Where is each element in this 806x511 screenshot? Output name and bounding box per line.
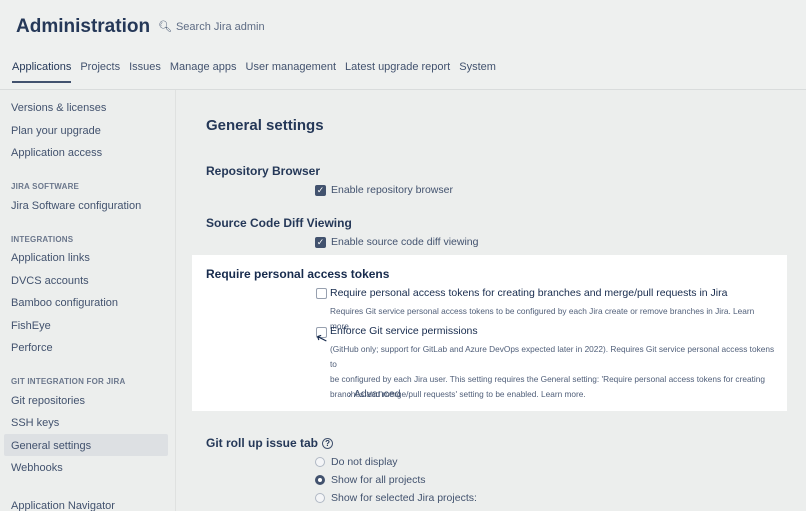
rollup-heading: Git roll up issue tab? [206,436,334,450]
rollup-option-do-not-display[interactable]: Do not display [315,456,398,468]
rollup-option-all-projects[interactable]: Show for all projects [315,474,426,486]
rollup-radio-selected-projects[interactable] [315,493,325,503]
sidebar-item-application-links[interactable]: Application links [11,252,90,264]
diff-viewing-heading: Source Code Diff Viewing [206,216,352,230]
page-title: Administration [16,16,151,37]
personal-access-tokens-panel: Require personal access tokens Require p… [192,255,787,411]
advanced-label: Advanced [353,388,401,400]
rollup-label-selected-projects: Show for selected Jira projects: [331,492,477,504]
advanced-toggle[interactable]: › Advanced [348,388,401,400]
sidebar-item-application-access[interactable]: Application access [11,147,102,159]
rollup-radio-do-not-display[interactable] [315,457,325,467]
sidebar-heading-jira-software: JIRA SOFTWARE [11,182,80,191]
search-box[interactable]: 🔍︎ Search Jira admin [158,20,265,34]
sidebar-item-webhooks[interactable]: Webhooks [11,462,63,474]
repo-browser-label: Enable repository browser [331,184,453,196]
sidebar-item-versions-licenses[interactable]: Versions & licenses [11,102,106,114]
tab-applications[interactable]: Applications [12,61,72,83]
tab-manage-apps[interactable]: Manage apps [170,61,237,83]
settings-title: General settings [206,117,324,134]
diff-viewing-label: Enable source code diff viewing [331,236,479,248]
rollup-radio-all-projects[interactable] [315,475,325,485]
diff-viewing-option[interactable]: ✓ Enable source code diff viewing [315,236,478,248]
repo-browser-heading: Repository Browser [206,164,321,178]
require-tokens-label: Require personal access tokens for creat… [330,287,728,299]
repo-browser-option[interactable]: ✓ Enable repository browser [315,184,453,196]
help-icon[interactable]: ? [322,438,334,449]
tab-issues[interactable]: Issues [129,61,161,83]
search-input[interactable]: Search Jira admin [176,21,265,33]
rollup-label-do-not-display: Do not display [331,456,398,468]
sidebar-item-jira-software-config[interactable]: Jira Software configuration [11,200,141,212]
sidebar-item-dvcs-accounts[interactable]: DVCS accounts [11,275,89,287]
tokens-heading: Require personal access tokens [206,267,390,281]
search-icon: 🔍︎ [158,21,172,33]
sidebar-heading-git-integration: GIT INTEGRATION FOR JIRA [11,377,126,386]
sidebar-item-git-repositories[interactable]: Git repositories [11,395,85,407]
enforce-permissions-label: Enforce Git service permissions [330,325,478,337]
sidebar-item-ssh-keys[interactable]: SSH keys [11,417,59,429]
enforce-desc-line: be configured by each Jira user. This se… [330,374,765,384]
chevron-right-icon: › [348,388,352,400]
repo-browser-checkbox[interactable]: ✓ [315,184,326,196]
rollup-heading-text: Git roll up issue tab [206,436,319,450]
rollup-label-all-projects: Show for all projects [331,474,426,486]
tab-latest-upgrade-report[interactable]: Latest upgrade report [345,61,450,83]
sidebar-item-plan-upgrade[interactable]: Plan your upgrade [11,125,101,137]
sidebar-heading-integrations: INTEGRATIONS [11,235,74,244]
admin-header: Administration 🔍︎ Search Jira admin Appl… [0,0,806,90]
tab-user-management[interactable]: User management [246,61,337,83]
mouse-cursor-icon: ↖ [313,328,330,348]
sidebar-item-application-navigator[interactable]: Application Navigator [11,500,115,511]
tab-projects[interactable]: Projects [80,61,120,83]
rollup-option-selected-projects[interactable]: Show for selected Jira projects: [315,492,477,504]
require-tokens-checkbox[interactable] [316,288,327,299]
admin-tabs: Applications Projects Issues Manage apps… [12,61,505,83]
sidebar-item-fisheye[interactable]: FishEye [11,320,51,332]
sidebar-item-general-settings[interactable]: General settings [11,440,91,452]
enforce-desc-line: (GitHub only; support for GitLab and Azu… [330,344,775,369]
sidebar-item-perforce[interactable]: Perforce [11,342,53,354]
tab-system[interactable]: System [459,61,496,83]
sidebar: Versions & licenses Plan your upgrade Ap… [0,90,176,511]
sidebar-item-bamboo-configuration[interactable]: Bamboo configuration [11,297,118,309]
diff-viewing-checkbox[interactable]: ✓ [315,236,326,248]
